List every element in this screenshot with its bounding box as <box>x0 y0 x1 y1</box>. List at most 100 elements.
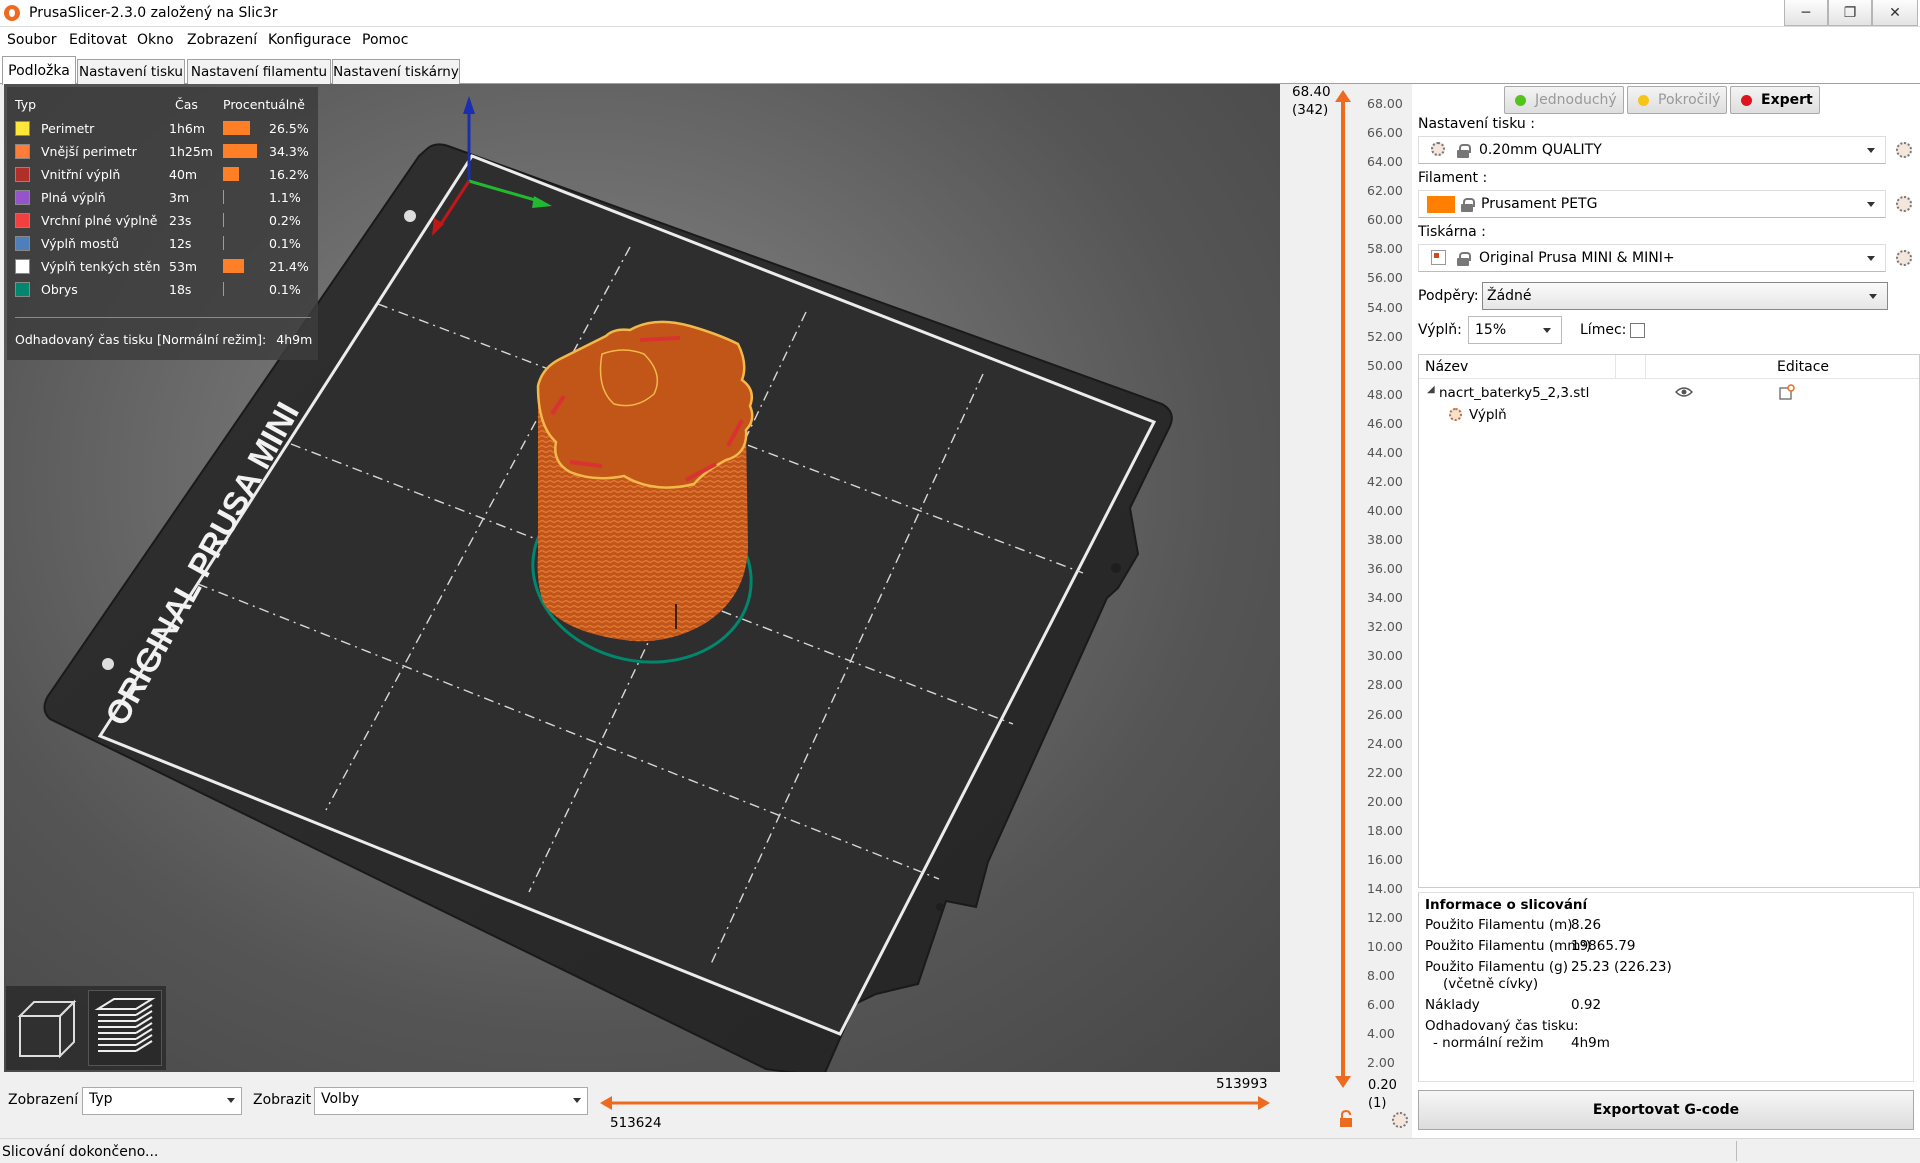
legend-divider <box>15 317 311 318</box>
tab-printer-settings[interactable]: Nastavení tiskárny <box>332 59 460 84</box>
filament-label: Filament : <box>1418 170 1488 186</box>
layer-tick-label: 68.00 <box>1367 96 1403 111</box>
legend-swatch <box>15 167 30 182</box>
menu-edit[interactable]: Editovat <box>69 32 127 48</box>
legend-row: Plná výplň 3m 1.1% <box>7 186 318 209</box>
legend-row-name: Vrchní plné výplně <box>41 213 158 228</box>
chevron-down-icon <box>573 1098 581 1103</box>
legend-row: Perimetr 1h6m 26.5% <box>7 117 318 140</box>
printer-preset-value: Original Prusa MINI & MINI+ <box>1479 250 1675 266</box>
legend-row: Vnitřní výplň 40m 16.2% <box>7 163 318 186</box>
legend-row-percent: 0.1% <box>269 282 301 297</box>
layer-tick-label: 30.00 <box>1367 648 1403 664</box>
legend-panel: Typ Čas Procentuálně Perimetr 1h6m 26.5% Vn… <box>7 87 318 360</box>
filament-preset-combo[interactable]: Prusament PETG <box>1418 190 1886 218</box>
layer-tick-label: 60.00 <box>1367 212 1403 228</box>
menu-view[interactable]: Zobrazení <box>187 32 257 48</box>
chevron-down-icon <box>1867 202 1875 207</box>
tab-plater[interactable]: Podložka <box>2 56 76 85</box>
print-preset-combo[interactable]: 0.20mm QUALITY <box>1418 136 1886 164</box>
close-button[interactable]: ✕ <box>1872 0 1918 26</box>
legend-row-bar <box>223 236 224 250</box>
object-list[interactable]: Název Editace ◢ nacrt_baterky5_2,3.stl V… <box>1418 354 1920 888</box>
mode-expert-label: Expert <box>1761 92 1813 108</box>
restore-button[interactable]: ❐ <box>1828 0 1872 26</box>
layer-top-height: 68.40 <box>1292 84 1331 100</box>
mode-advanced-button[interactable]: Pokročilý <box>1627 86 1727 114</box>
mode-simple-button[interactable]: Jednoduchý <box>1504 86 1624 114</box>
minimize-button[interactable]: ─ <box>1784 0 1828 26</box>
menu-window[interactable]: Okno <box>137 32 174 48</box>
supports-combo[interactable]: Žádné <box>1482 282 1888 310</box>
infill-combo[interactable]: 15% <box>1468 316 1562 344</box>
lock-icon <box>1457 144 1471 158</box>
filament-g-value: 25.23 (226.23) <box>1571 959 1672 975</box>
mode-expert-button[interactable]: Expert <box>1730 86 1820 114</box>
tab-print-settings[interactable]: Nastavení tisku <box>77 59 185 84</box>
legend-row-time: 53m <box>169 259 198 274</box>
brim-label: Límec: <box>1580 322 1627 338</box>
layer-tick-label: 34.00 <box>1367 590 1403 606</box>
object-row[interactable]: ◢ nacrt_baterky5_2,3.stl <box>1419 381 1919 405</box>
legend-row-bar <box>223 213 224 227</box>
object-subitem-row[interactable]: Výplň <box>1419 403 1919 427</box>
chevron-down-icon <box>1867 148 1875 153</box>
layer-slider-track <box>1335 90 1351 1088</box>
legend-swatch <box>15 259 30 274</box>
lock-icon[interactable] <box>1338 1110 1354 1128</box>
legend-row-time: 12s <box>169 236 192 251</box>
legend-row-time: 18s <box>169 282 192 297</box>
print-time-mode: - normální režim <box>1433 1035 1544 1051</box>
object-name: nacrt_baterky5_2,3.stl <box>1439 385 1590 401</box>
object-list-header: Název Editace <box>1419 355 1919 379</box>
chevron-down-icon <box>227 1098 235 1103</box>
mode-simple-label: Jednoduchý <box>1535 92 1617 108</box>
layer-tick-label: 36.00 <box>1367 561 1403 577</box>
layer-tick-label: 44.00 <box>1367 444 1403 460</box>
horizontal-move-slider[interactable] <box>600 1095 1270 1111</box>
printer-preset-combo[interactable]: Original Prusa MINI & MINI+ <box>1418 244 1886 272</box>
slice-info-panel: Informace o slicování Použito Filamentu … <box>1418 892 1914 1082</box>
legend-swatch <box>15 213 30 228</box>
filament-settings-gear-icon[interactable] <box>1896 196 1912 212</box>
legend-estimate: Odhadovaný čas tisku [Normální režim]: 4… <box>15 332 312 347</box>
layer-tick-label: 24.00 <box>1367 735 1403 751</box>
view-type-combo[interactable]: Typ <box>82 1087 242 1115</box>
layer-top-number: (342) <box>1292 102 1329 118</box>
legend-row-bar <box>223 144 257 158</box>
eye-icon[interactable] <box>1675 386 1693 398</box>
expand-triangle-icon[interactable]: ◢ <box>1427 384 1435 395</box>
legend-row-percent: 21.4% <box>269 259 309 274</box>
filament-m-value: 8.26 <box>1571 917 1602 933</box>
estimate-value: 4h9m <box>276 332 313 347</box>
tab-filament-settings[interactable]: Nastavení filamentu <box>187 59 331 84</box>
supports-value: Žádné <box>1487 288 1532 304</box>
layer-tick-label: 4.00 <box>1367 1026 1395 1042</box>
preview-layers-button[interactable] <box>88 990 162 1066</box>
3d-view-button[interactable] <box>10 992 82 1064</box>
print-settings-gear-icon[interactable] <box>1896 142 1912 158</box>
layer-slider[interactable]: 68.40 (342) 68.00 66.00 64.00 62.00 60.00 58.… <box>1282 84 1412 1138</box>
gear-icon[interactable] <box>1392 1112 1408 1128</box>
mode-dot-icon <box>1638 94 1649 106</box>
layer-tick-label: 64.00 <box>1367 154 1403 170</box>
brim-checkbox[interactable] <box>1630 323 1645 338</box>
legend-swatch <box>15 190 30 205</box>
layer-tick-label: 6.00 <box>1367 997 1395 1013</box>
layer-tick-label: 56.00 <box>1367 270 1403 286</box>
printer-settings-gear-icon[interactable] <box>1896 250 1912 266</box>
legend-row-percent: 16.2% <box>269 167 309 182</box>
menu-help[interactable]: Pomoc <box>362 32 408 48</box>
layer-top-thumb <box>1335 90 1351 102</box>
edit-icon[interactable] <box>1779 384 1795 400</box>
view-toggle <box>6 986 166 1070</box>
mode-advanced-label: Pokročilý <box>1658 92 1721 108</box>
layer-tick-label: 20.00 <box>1367 793 1403 809</box>
export-gcode-button[interactable]: Exportovat G-code <box>1418 1090 1914 1130</box>
chevron-down-icon <box>1543 328 1551 333</box>
menu-configuration[interactable]: Konfigurace <box>268 32 351 48</box>
col-edit-header: Editace <box>1777 359 1830 375</box>
status-divider <box>1736 1141 1737 1161</box>
show-options-combo[interactable]: Volby <box>314 1087 588 1115</box>
menu-file[interactable]: Soubor <box>7 32 57 48</box>
